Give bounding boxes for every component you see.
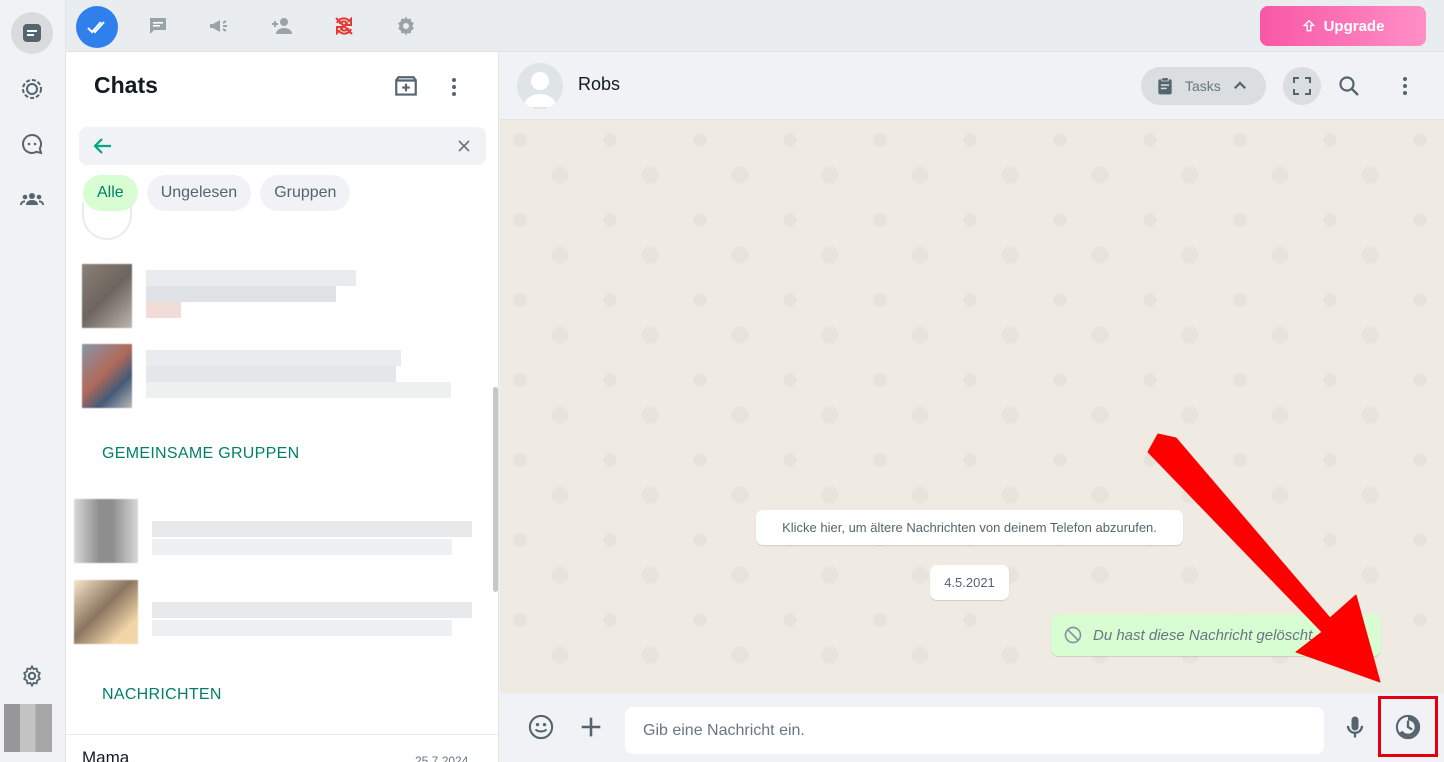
status-icon xyxy=(22,79,42,99)
message-composer xyxy=(500,693,1444,762)
emoji-icon xyxy=(528,714,554,740)
channels-icon xyxy=(22,133,43,155)
message-input[interactable] xyxy=(625,707,1324,754)
list-item[interactable] xyxy=(82,264,482,330)
list-item[interactable] xyxy=(82,344,482,410)
expand-icon xyxy=(1293,77,1311,95)
list-item[interactable] xyxy=(74,580,482,646)
kebab-menu-icon xyxy=(1403,77,1407,95)
list-item[interactable] xyxy=(74,499,482,565)
add-contact-button[interactable] xyxy=(264,8,300,44)
voice-message-button[interactable] xyxy=(1337,709,1373,745)
upgrade-button[interactable]: Upgrade xyxy=(1260,6,1426,46)
divider xyxy=(66,734,498,735)
sync-off-button[interactable] xyxy=(326,8,362,44)
scrollbar[interactable] xyxy=(493,387,498,592)
add-user-icon xyxy=(272,18,292,34)
filter-groups[interactable]: Gruppen xyxy=(260,175,351,211)
communities-nav-button[interactable] xyxy=(11,178,53,220)
kebab-menu-icon xyxy=(452,78,456,96)
conversation-menu-button[interactable] xyxy=(1386,67,1424,105)
avatar[interactable] xyxy=(517,63,563,109)
sync-off-icon xyxy=(335,16,353,36)
gear-icon xyxy=(23,664,41,688)
extension-home-button[interactable] xyxy=(76,6,118,48)
chats-menu-button[interactable] xyxy=(439,72,469,102)
extension-settings-button[interactable] xyxy=(388,8,424,44)
arrow-left-icon[interactable] xyxy=(91,134,115,158)
message-area: Klicke hier, um ältere Nachrichten von d… xyxy=(500,120,1444,693)
deleted-message-text: Du hast diese Nachricht gelöscht xyxy=(1093,626,1313,644)
search-messages-button[interactable] xyxy=(1330,67,1368,105)
avatar xyxy=(74,580,138,644)
avatar xyxy=(82,264,132,328)
chat-avatar-partial xyxy=(82,202,132,240)
date-separator: 4.5.2021 xyxy=(930,565,1009,600)
chat-list-panel: Chats Alle Ungelesen Gruppen GEMEINSAME xyxy=(66,52,499,762)
tasks-label: Tasks xyxy=(1185,78,1221,94)
avatar xyxy=(74,499,138,563)
extension-toolbar: Upgrade xyxy=(66,0,1444,52)
conversation-header: Robs Tasks xyxy=(500,52,1444,120)
clipboard-icon xyxy=(1158,77,1172,95)
upgrade-label: Upgrade xyxy=(1323,17,1385,35)
tasks-button[interactable]: Tasks xyxy=(1141,67,1266,105)
status-nav-button[interactable] xyxy=(11,68,53,110)
templates-button[interactable] xyxy=(140,8,176,44)
filter-unread[interactable]: Ungelesen xyxy=(146,175,252,211)
arrow-up-icon xyxy=(1302,19,1315,32)
chat-date: 25.7.2024 xyxy=(415,754,469,762)
chats-title: Chats xyxy=(94,72,158,98)
section-header-groups: GEMEINSAME GRUPPEN xyxy=(102,445,300,462)
annotation-highlight-box xyxy=(1378,696,1438,757)
new-chat-icon xyxy=(395,76,417,96)
broadcast-button[interactable] xyxy=(201,8,237,44)
gear-icon xyxy=(398,16,414,36)
channels-nav-button[interactable] xyxy=(11,123,53,165)
profile-avatar[interactable] xyxy=(4,704,52,752)
blocked-icon xyxy=(1064,626,1082,644)
deleted-message-bubble[interactable]: Du hast diese Nachricht gelöscht xyxy=(1051,614,1381,656)
load-older-messages-notice[interactable]: Klicke hier, um ältere Nachrichten von d… xyxy=(756,510,1183,545)
plus-icon xyxy=(581,717,601,737)
chats-nav-button[interactable] xyxy=(11,12,53,54)
search-icon xyxy=(1339,76,1359,96)
chat-name[interactable]: Mama xyxy=(82,748,129,762)
settings-nav-button[interactable] xyxy=(11,655,53,697)
chats-icon xyxy=(23,24,41,42)
fullscreen-button[interactable] xyxy=(1283,67,1321,105)
microphone-icon xyxy=(1346,716,1364,738)
nav-rail xyxy=(0,0,66,762)
default-avatar-icon xyxy=(523,72,557,107)
attach-button[interactable] xyxy=(573,709,609,745)
new-chat-button[interactable] xyxy=(391,72,421,102)
chat-search-box[interactable] xyxy=(79,127,486,165)
section-header-messages: NACHRICHTEN xyxy=(102,686,222,703)
double-check-icon xyxy=(87,21,105,34)
contact-name[interactable]: Robs xyxy=(578,74,620,95)
emoji-button[interactable] xyxy=(523,709,559,745)
megaphone-icon xyxy=(210,20,227,32)
avatar xyxy=(82,344,132,408)
chevron-up-icon xyxy=(1233,81,1246,90)
communities-icon xyxy=(20,193,44,206)
message-icon xyxy=(150,18,166,34)
close-icon[interactable] xyxy=(454,136,474,156)
